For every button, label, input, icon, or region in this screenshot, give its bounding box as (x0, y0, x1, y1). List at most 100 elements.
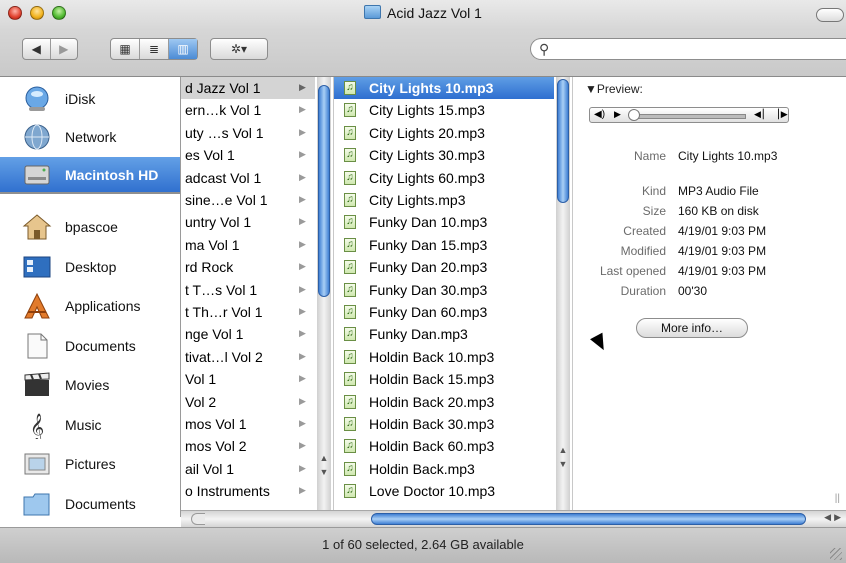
list-view-button[interactable]: ≣ (139, 39, 168, 59)
list-item[interactable]: ♫ City Lights 20.mp3 (334, 122, 554, 144)
list-item[interactable]: mos Vol 2 ▶ (181, 435, 315, 457)
list-item[interactable]: ♫ City Lights 15.mp3 (334, 99, 554, 121)
list-item[interactable]: ♫ City Lights 60.mp3 (334, 167, 554, 189)
list-item[interactable]: ♫ City Lights.mp3 (334, 189, 554, 211)
desktop-icon (23, 256, 51, 278)
column-1-scroll-arrows[interactable]: ▲ ▼ (317, 451, 331, 481)
audio-player: ◀) ▶ ◀▏▕▶ (589, 107, 789, 123)
horizontal-scroll-arrows[interactable]: ◀▶ (824, 512, 844, 523)
volume-icon[interactable]: ◀) (594, 109, 605, 120)
list-item[interactable]: ♫ Holdin Back 15.mp3 (334, 368, 554, 390)
list-item-label: City Lights 20.mp3 (369, 124, 485, 141)
column-1-scroll-thumb[interactable] (318, 85, 330, 297)
list-item[interactable]: ma Vol 1 ▶ (181, 234, 315, 256)
sidebar-item-documents[interactable]: Documents (0, 328, 180, 364)
list-item[interactable]: rd Rock ▶ (181, 256, 315, 278)
info-key-duration: Duration (620, 284, 666, 298)
list-item[interactable]: sine…e Vol 1 ▶ (181, 189, 315, 211)
list-item[interactable]: ♫ Funky Dan 10.mp3 (334, 211, 554, 233)
list-item[interactable]: ♫ Funky Dan.mp3 (334, 323, 554, 345)
info-value-name: City Lights 10.mp3 (678, 149, 778, 163)
list-item[interactable]: adcast Vol 1 ▶ (181, 167, 315, 189)
column-view-button[interactable]: ▥ (168, 39, 197, 59)
sidebar-item-applications[interactable]: Applications (0, 288, 180, 324)
disclosure-arrow-icon: ▶ (299, 261, 306, 272)
horizontal-scroll-track-start (191, 513, 205, 525)
sidebar-item-pictures[interactable]: Pictures (0, 446, 180, 482)
list-item[interactable]: t T…s Vol 1 ▶ (181, 279, 315, 301)
sidebar-item-label: Network (65, 129, 117, 145)
play-button[interactable]: ▶ (614, 109, 621, 120)
action-menu-control: ✲▾ (210, 38, 268, 60)
list-item[interactable]: ♫ Holdin Back.mp3 (334, 458, 554, 480)
action-gear-button[interactable]: ✲▾ (211, 39, 267, 59)
disclosure-arrow-icon: ▶ (299, 328, 306, 339)
list-item[interactable]: ern…k Vol 1 ▶ (181, 99, 315, 121)
sidebar-item-movies[interactable]: Movies (0, 367, 180, 403)
list-item[interactable]: ♫ Holdin Back 60.mp3 (334, 435, 554, 457)
sidebar-item-music[interactable]: 𝄞 Music (0, 407, 180, 443)
list-item[interactable]: untry Vol 1 ▶ (181, 211, 315, 233)
playback-knob[interactable] (628, 109, 640, 121)
list-item[interactable]: o Instruments ▶ (181, 480, 315, 502)
sidebar-item-label: iDisk (65, 91, 96, 107)
sidebar-item-label: Pictures (65, 456, 116, 472)
list-item-label: Funky Dan 10.mp3 (369, 214, 488, 231)
sidebar-item-documents-folder[interactable]: Documents (0, 486, 180, 522)
horizontal-scroll-thumb[interactable] (371, 513, 806, 525)
back-button[interactable]: ◀ (23, 39, 50, 59)
column-2-scroll-arrows[interactable]: ▲ ▼ (556, 443, 570, 473)
list-item[interactable]: ♫ Love Doctor 10.mp3 (334, 480, 554, 502)
list-item[interactable]: ail Vol 1 ▶ (181, 458, 315, 480)
list-item[interactable]: ♫ Funky Dan 15.mp3 (334, 234, 554, 256)
list-item[interactable]: mos Vol 1 ▶ (181, 413, 315, 435)
sidebar-item-desktop[interactable]: Desktop (0, 249, 180, 285)
sidebar-item-macintosh-hd[interactable]: Macintosh HD (0, 157, 180, 193)
list-item[interactable]: ♫ Funky Dan 60.mp3 (334, 301, 554, 323)
list-item[interactable]: nge Vol 1 ▶ (181, 323, 315, 345)
info-value-size: 160 KB on disk (678, 204, 759, 218)
list-item[interactable]: t Th…r Vol 1 ▶ (181, 301, 315, 323)
folder-icon (364, 5, 382, 19)
list-item-label: Holdin Back 30.mp3 (369, 416, 495, 432)
toolbar-toggle-button[interactable] (816, 8, 844, 22)
horizontal-scrollbar[interactable]: ◀▶ (181, 510, 846, 527)
resize-grip-icon[interactable] (830, 548, 842, 560)
search-input[interactable] (557, 41, 841, 59)
list-item[interactable]: ♫ Holdin Back 20.mp3 (334, 391, 554, 413)
list-item[interactable]: ♫ Funky Dan 30.mp3 (334, 279, 554, 301)
mp3-file-icon: ♫ (344, 327, 356, 342)
list-item[interactable]: d Jazz Vol 1 ▶ (181, 77, 315, 99)
column-2-scroll-thumb[interactable] (557, 79, 569, 203)
sidebar-divider (0, 192, 180, 194)
preview-heading[interactable]: ▼Preview: (585, 82, 643, 96)
list-item-label: City Lights 10.mp3 (369, 80, 494, 96)
list-item[interactable]: Vol 1 ▶ (181, 368, 315, 390)
disclosure-arrow-icon: ▶ (299, 149, 306, 160)
forward-button[interactable]: ▶ (49, 39, 78, 59)
more-info-button[interactable]: More info… (636, 318, 748, 338)
step-buttons[interactable]: ◀▏▕▶ (754, 109, 790, 120)
list-item[interactable]: Vol 2 ▶ (181, 391, 315, 413)
list-item[interactable]: ♫ Holdin Back 30.mp3 (334, 413, 554, 435)
list-item[interactable]: ♫ Holdin Back 10.mp3 (334, 346, 554, 368)
list-item[interactable]: es Vol 1 ▶ (181, 144, 315, 166)
column-1-scrollbar[interactable]: ▲ ▼ (317, 77, 331, 510)
list-item[interactable]: uty …s Vol 1 ▶ (181, 122, 315, 144)
preview-pane: ▼Preview: ◀) ▶ ◀▏▕▶ Name City Lights 10.… (573, 77, 846, 510)
hard-drive-icon (24, 165, 50, 185)
icon-view-button[interactable]: ▦ (111, 39, 139, 59)
list-item-label: Holdin Back 15.mp3 (369, 371, 495, 388)
list-item[interactable]: ♫ Funky Dan 20.mp3 (334, 256, 554, 278)
column-2-scrollbar[interactable]: ▲ ▼ (556, 77, 570, 510)
list-item-label: tivat…l Vol 2 (185, 348, 263, 365)
list-item[interactable]: tivat…l Vol 2 ▶ (181, 346, 315, 368)
playback-track[interactable] (636, 114, 746, 119)
sidebar-item-idisk[interactable]: iDisk (0, 81, 180, 117)
list-item[interactable]: ♫ City Lights 30.mp3 (334, 144, 554, 166)
list-item-label: t Th…r Vol 1 (185, 304, 263, 320)
sidebar-item-network[interactable]: Network (0, 119, 180, 155)
column-resize-handle[interactable]: || (835, 493, 840, 504)
list-item[interactable]: ♫ City Lights 10.mp3 (334, 77, 554, 99)
sidebar-item-home[interactable]: bpascoe (0, 209, 180, 245)
